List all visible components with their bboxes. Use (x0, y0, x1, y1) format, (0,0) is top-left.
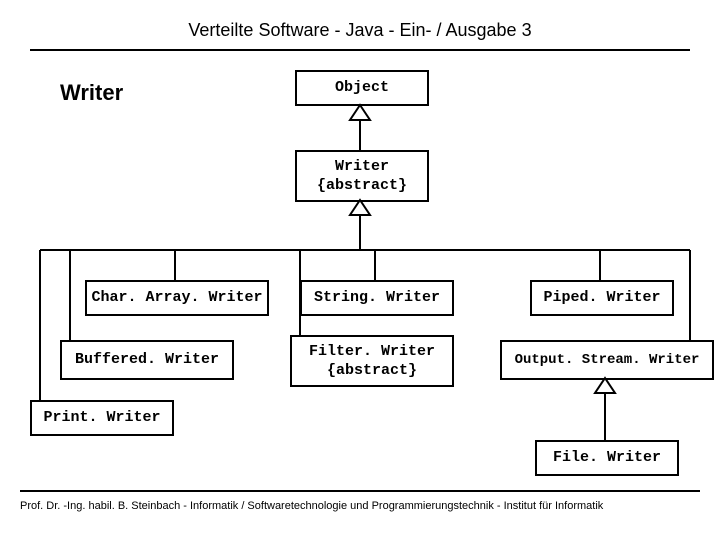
node-writer-line1: Writer (335, 157, 389, 177)
node-bufferedwriter-label: Buffered. Writer (75, 350, 219, 370)
node-writer-abstract: Writer {abstract} (295, 150, 429, 202)
node-outputstreamwriter: Output. Stream. Writer (500, 340, 714, 380)
node-filterwriter-line1: Filter. Writer (309, 342, 435, 362)
section-title: Writer (60, 80, 123, 106)
node-object-label: Object (335, 78, 389, 98)
node-stringwriter: String. Writer (300, 280, 454, 316)
node-filewriter-label: File. Writer (553, 448, 661, 468)
node-bufferedwriter: Buffered. Writer (60, 340, 234, 380)
node-printwriter-label: Print. Writer (43, 408, 160, 428)
node-stringwriter-label: String. Writer (314, 288, 440, 308)
node-outputstreamwriter-label: Output. Stream. Writer (515, 351, 700, 369)
node-pipedwriter: Piped. Writer (530, 280, 674, 316)
page-title: Verteilte Software - Java - Ein- / Ausga… (30, 20, 690, 51)
node-chararraywriter-label: Char. Array. Writer (91, 288, 262, 308)
footer-text: Prof. Dr. -Ing. habil. B. Steinbach - In… (20, 500, 700, 512)
footer-rule (20, 490, 700, 492)
node-filterwriter: Filter. Writer {abstract} (290, 335, 454, 387)
node-pipedwriter-label: Piped. Writer (543, 288, 660, 308)
node-writer-line2: {abstract} (317, 176, 407, 196)
node-printwriter: Print. Writer (30, 400, 174, 436)
node-object: Object (295, 70, 429, 106)
node-filterwriter-line2: {abstract} (327, 361, 417, 381)
node-filewriter: File. Writer (535, 440, 679, 476)
node-chararraywriter: Char. Array. Writer (85, 280, 269, 316)
